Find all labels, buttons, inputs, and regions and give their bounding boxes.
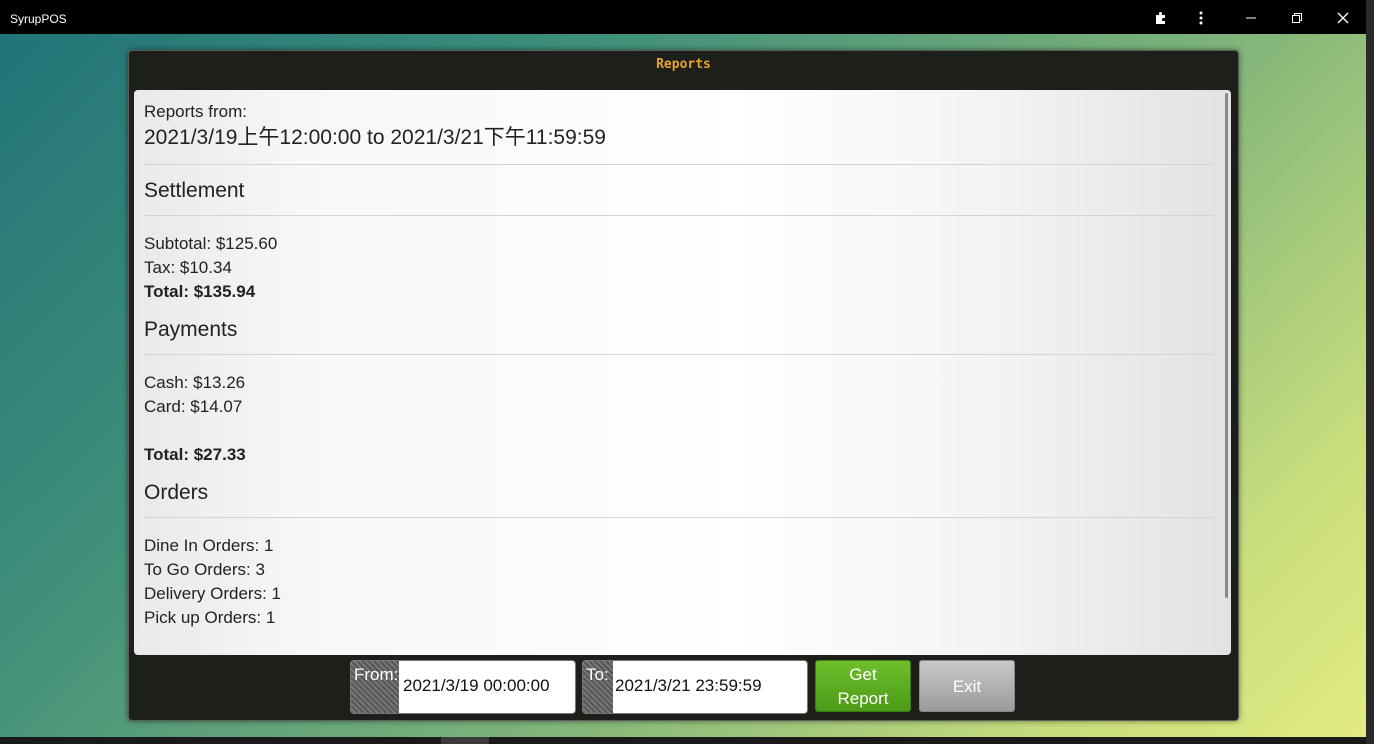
- divider: [144, 354, 1214, 355]
- minimize-icon[interactable]: [1241, 8, 1261, 28]
- to-label: To:: [583, 661, 613, 713]
- reports-dialog: Reports Reports from: 2021/3/19上午12:00:0…: [128, 50, 1239, 721]
- taskbar-item[interactable]: [441, 737, 489, 744]
- close-icon[interactable]: [1333, 8, 1353, 28]
- from-date-value[interactable]: 2021/3/19 00:00:00: [403, 676, 550, 696]
- report-content[interactable]: Reports from: 2021/3/19上午12:00:00 to 202…: [134, 90, 1231, 655]
- scrollbar[interactable]: [1225, 93, 1228, 598]
- divider: [144, 164, 1214, 165]
- from-date-field[interactable]: From: 2021/3/19 00:00:00: [350, 660, 576, 714]
- from-label: From:: [351, 661, 399, 713]
- pick-up-orders-text: Pick up Orders: 1: [144, 608, 276, 627]
- get-report-label-line1: Get: [849, 665, 877, 684]
- restore-icon[interactable]: [1287, 8, 1307, 28]
- tax-text: Tax: $10.34: [144, 258, 232, 277]
- dialog-title: Reports: [656, 57, 711, 72]
- to-date-field[interactable]: To: 2021/3/21 23:59:59: [582, 660, 808, 714]
- settlement-heading: Settlement: [144, 179, 245, 202]
- reports-from-label: Reports from:: [144, 102, 247, 121]
- payments-heading: Payments: [144, 318, 238, 341]
- to-go-orders-text: To Go Orders: 3: [144, 560, 265, 579]
- more-vertical-icon[interactable]: [1191, 8, 1211, 28]
- window-edge: [1366, 0, 1374, 744]
- delivery-orders-text: Delivery Orders: 1: [144, 584, 281, 603]
- settlement-total-text: Total: $135.94: [144, 282, 256, 301]
- app-title: SyrupPOS: [10, 12, 67, 26]
- get-report-label-line2: Report: [837, 689, 889, 708]
- payments-total-text: Total: $27.33: [144, 445, 246, 464]
- puzzle-icon[interactable]: [1151, 8, 1171, 28]
- cash-text: Cash: $13.26: [144, 373, 246, 392]
- divider: [144, 215, 1214, 216]
- window-titlebar: SyrupPOS: [0, 0, 1366, 34]
- report-controls: From: 2021/3/19 00:00:00 To: 2021/3/21 2…: [129, 660, 1238, 714]
- divider: [144, 517, 1214, 518]
- taskbar: [0, 737, 1366, 744]
- to-date-value[interactable]: 2021/3/21 23:59:59: [615, 676, 762, 696]
- date-range: 2021/3/19上午12:00:00 to 2021/3/21下午11:59:…: [144, 126, 606, 149]
- orders-heading: Orders: [144, 481, 209, 504]
- card-text: Card: $14.07: [144, 397, 243, 416]
- subtotal-text: Subtotal: $125.60: [144, 234, 278, 253]
- get-report-button[interactable]: Get Report: [815, 660, 911, 712]
- exit-button[interactable]: Exit: [919, 660, 1015, 712]
- dine-in-orders-text: Dine In Orders: 1: [144, 536, 274, 555]
